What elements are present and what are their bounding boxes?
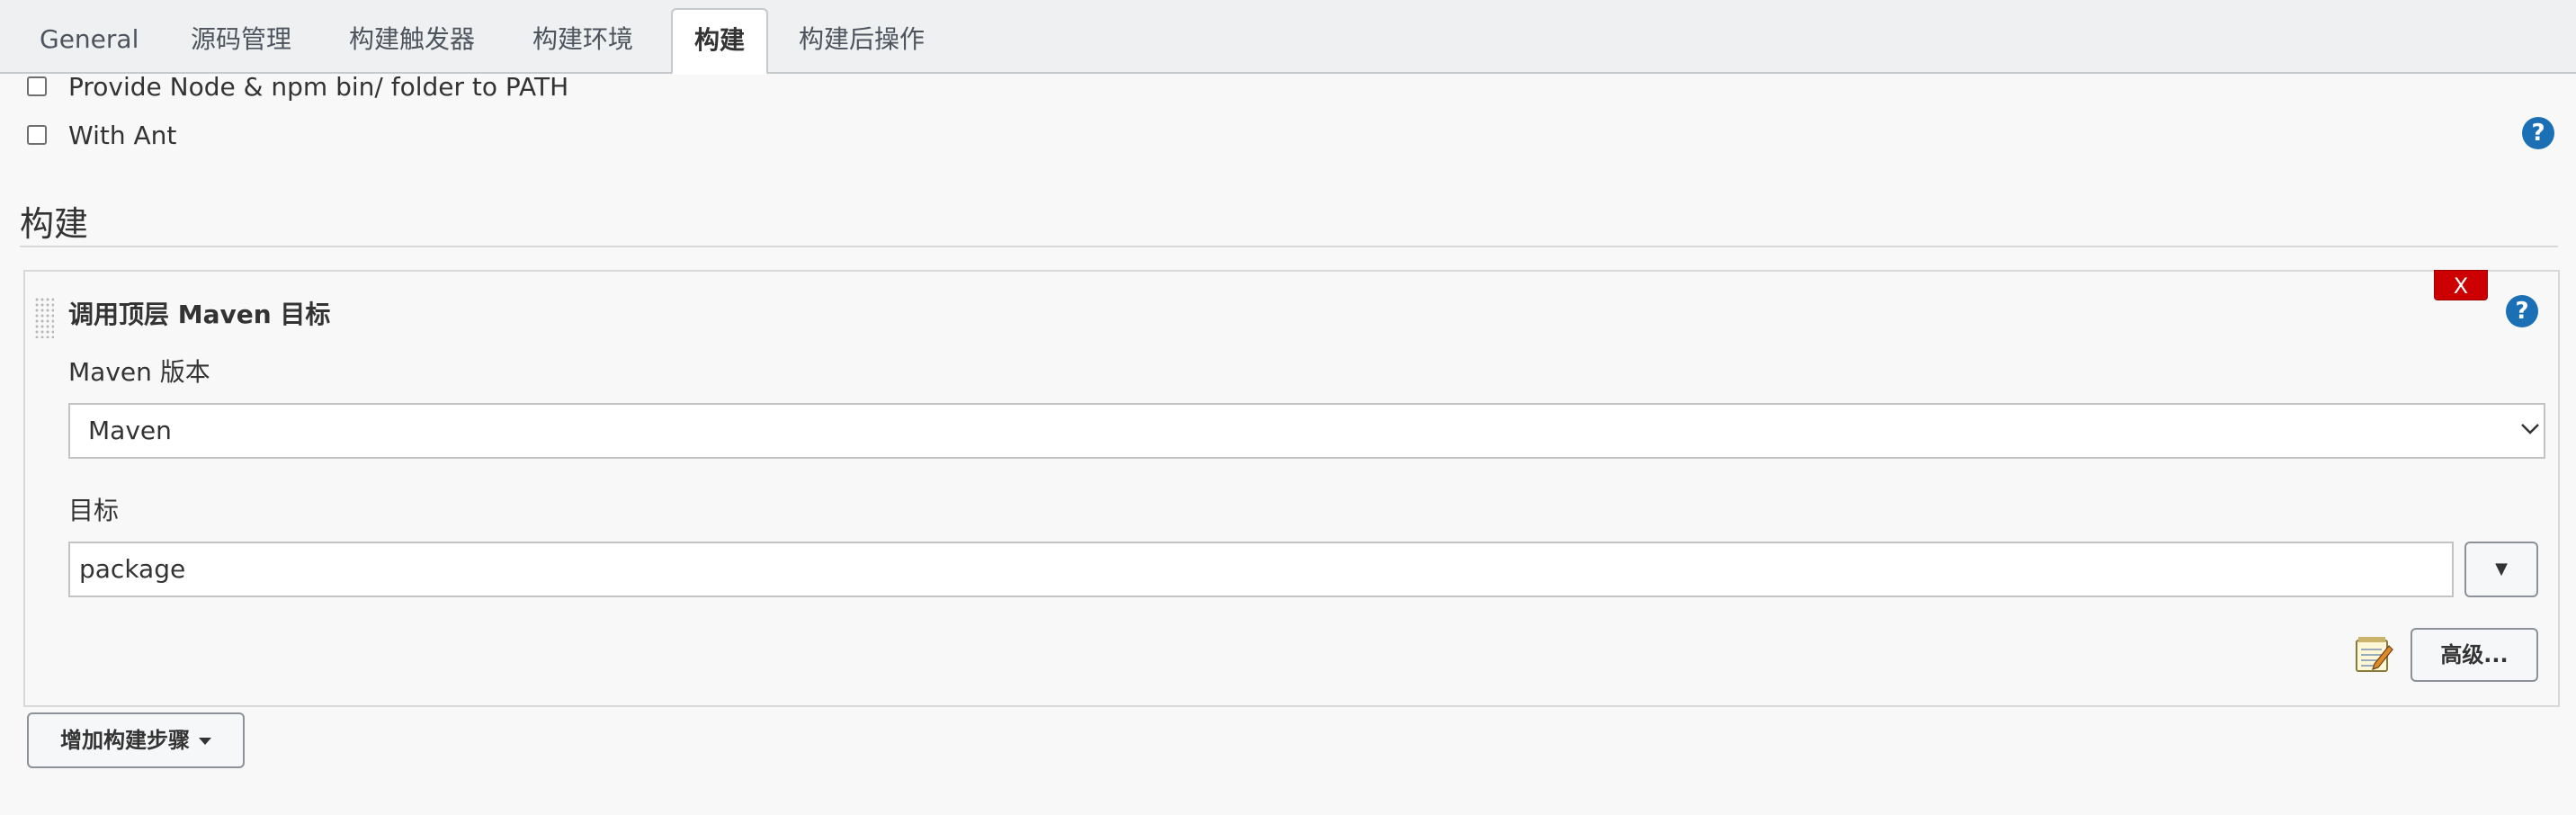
tab-build-triggers[interactable]: 构建触发器 [327,9,496,74]
with-ant-checkbox[interactable] [27,125,47,145]
caret-down-icon [199,738,211,745]
advanced-button[interactable]: 高级... [2411,628,2538,682]
with-ant-label: With Ant [68,120,177,150]
add-build-step-button[interactable]: 增加构建步骤 [27,712,245,768]
section-title-build: 构建 [20,204,89,244]
goals-expand-button[interactable]: ▼ [2464,542,2538,597]
maven-version-select[interactable]: Maven [68,403,2545,459]
drag-handle-icon[interactable] [34,297,54,338]
build-step-panel [23,270,2560,707]
option-provide-node-row: Provide Node & npm bin/ folder to PATH [27,68,568,104]
tab-build[interactable]: 构建 [671,8,769,75]
tab-source-management[interactable]: 源码管理 [169,9,313,74]
delete-step-button[interactable]: X [2434,270,2488,300]
option-with-ant-row: With Ant [27,117,176,153]
goals-label: 目标 [68,496,120,525]
tab-build-environment[interactable]: 构建环境 [511,9,655,74]
tab-post-build-actions[interactable]: 构建后操作 [777,9,946,74]
section-divider [20,246,2558,247]
goals-input[interactable]: package [68,542,2454,597]
tab-general[interactable]: General [18,9,160,74]
provide-node-checkbox[interactable] [27,76,47,96]
build-step-title: 调用顶层 Maven 目标 [68,300,331,329]
notepad-icon[interactable] [2353,633,2394,675]
with-ant-help-icon[interactable]: ? [2522,117,2554,149]
config-tab-bar: General 源码管理 构建触发器 构建环境 构建 构建后操作 [0,0,2576,75]
dropdown-arrow-icon: ▼ [2495,560,2508,578]
build-step-help-icon[interactable]: ? [2506,295,2538,327]
provide-node-label: Provide Node & npm bin/ folder to PATH [68,71,569,102]
add-build-step-label: 增加构建步骤 [60,728,190,753]
maven-version-label: Maven 版本 [68,357,210,387]
chevron-down-icon [2521,424,2539,434]
